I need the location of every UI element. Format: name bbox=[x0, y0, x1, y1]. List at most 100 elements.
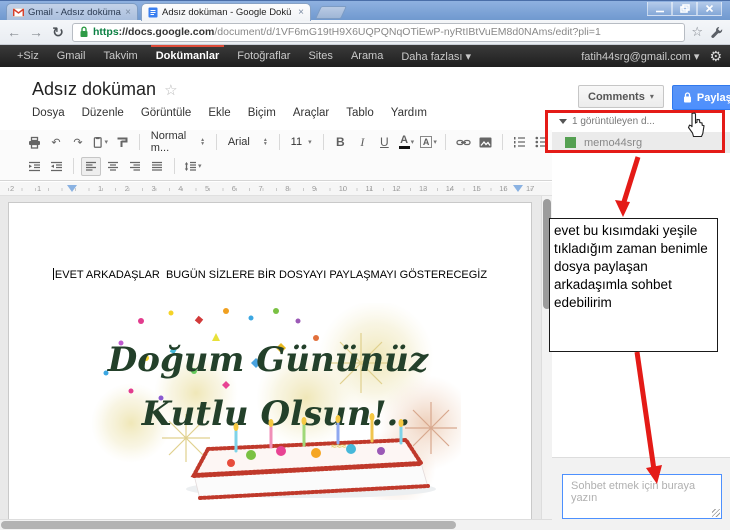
menu-goruntule[interactable]: Görüntüle bbox=[141, 107, 192, 119]
underline-button[interactable]: U bbox=[374, 133, 394, 152]
left-indent-marker[interactable] bbox=[67, 185, 77, 192]
chat-input[interactable] bbox=[562, 474, 722, 519]
font-size-caret: ▾ bbox=[308, 139, 312, 146]
insert-link-button[interactable] bbox=[453, 133, 473, 152]
gbar-item-takvim[interactable]: Takvim bbox=[94, 45, 146, 67]
gbar-item-daha-fazlasi[interactable]: Daha fazlası ▾ bbox=[392, 45, 480, 67]
restore-button[interactable] bbox=[672, 2, 697, 16]
menu-ekle[interactable]: Ekle bbox=[208, 107, 230, 119]
numbered-list-button[interactable] bbox=[510, 133, 530, 152]
new-tab-button[interactable] bbox=[314, 6, 348, 19]
menu-bicim[interactable]: Biçim bbox=[248, 107, 276, 119]
ruler-number: 4 bbox=[178, 184, 183, 193]
highlight-label: A bbox=[419, 136, 433, 148]
greeting-line1: Doğum Gününüz bbox=[107, 340, 429, 380]
padlock-icon bbox=[80, 26, 88, 37]
ruler-number: 12 bbox=[392, 184, 401, 193]
comments-button[interactable]: Comments ▾ bbox=[578, 85, 664, 108]
undo-button[interactable]: ↶ bbox=[46, 133, 66, 152]
ruler-number: 11 bbox=[365, 184, 374, 193]
text-cursor bbox=[52, 268, 54, 280]
document-heading[interactable]: EVET ARKADAŞLAR BUGÜN SİZLERE BİR DOSYAY… bbox=[9, 268, 531, 281]
text-color-label: A bbox=[400, 133, 409, 146]
favorite-star-icon[interactable]: ☆ bbox=[164, 81, 177, 99]
birthday-image[interactable]: Doğum Gününüz Kutlu Olsun!.. ≈≈≈ bbox=[76, 303, 461, 500]
close-window-button[interactable] bbox=[697, 2, 722, 16]
ruler-number: 5 bbox=[205, 184, 210, 193]
increase-indent-button[interactable] bbox=[46, 157, 66, 176]
print-button[interactable] bbox=[24, 133, 44, 152]
horizontal-scrollbar[interactable] bbox=[0, 519, 552, 530]
tab-close-icon[interactable]: × bbox=[125, 7, 131, 18]
document-page[interactable]: EVET ARKADAŞLAR BUGÜN SİZLERE BİR DOSYAY… bbox=[8, 202, 532, 519]
url-path: /document/d/1VF6mG19tH9X6UQPQNqOTiEwP-ny… bbox=[214, 26, 601, 38]
menu-duzenle[interactable]: Düzenle bbox=[82, 107, 124, 119]
bulleted-list-button[interactable] bbox=[532, 133, 552, 152]
url-bar[interactable]: https://docs.google.com/document/d/1VF6m… bbox=[72, 22, 686, 42]
align-center-button[interactable] bbox=[103, 157, 123, 176]
menu-dosya[interactable]: Dosya bbox=[32, 107, 65, 119]
reload-icon[interactable]: ↻ bbox=[50, 24, 66, 41]
window-controls bbox=[647, 2, 722, 16]
share-button[interactable]: Paylaş bbox=[671, 85, 730, 110]
forward-icon[interactable]: → bbox=[28, 24, 44, 40]
highlight-color-button[interactable]: A ▾ bbox=[418, 133, 438, 152]
font-value: Arial bbox=[227, 136, 250, 148]
annotation-note: evet bu kısımdaki yeşile tıkladığım zama… bbox=[549, 218, 718, 352]
tab-docs[interactable]: Adsız doküman - Google Dokü × bbox=[141, 3, 311, 21]
insert-image-button[interactable] bbox=[475, 133, 495, 152]
back-icon[interactable]: ← bbox=[6, 24, 22, 40]
font-select[interactable]: Arial ▲ ▼ bbox=[224, 133, 272, 152]
ruler-number: 16 bbox=[499, 184, 508, 193]
presence-green-icon bbox=[565, 137, 576, 148]
menu-bar: Dosya Düzenle Görüntüle Ekle Biçim Araçl… bbox=[32, 107, 427, 119]
paint-format-button[interactable]: ▾ bbox=[90, 133, 110, 152]
viewers-label: 1 görüntüleyen d... bbox=[572, 116, 655, 127]
right-indent-marker[interactable] bbox=[513, 185, 523, 192]
styles-select[interactable]: Normal m... ▲ ▼ bbox=[147, 130, 209, 154]
line-spacing-button[interactable]: ▾ bbox=[182, 157, 204, 176]
gbar-item-sites[interactable]: Sites bbox=[299, 45, 341, 67]
text-color-button[interactable]: A ▾ bbox=[396, 133, 416, 152]
menu-araclar[interactable]: Araçlar bbox=[293, 107, 329, 119]
url-scheme: https bbox=[93, 26, 119, 38]
font-size-select[interactable]: 11 ▾ bbox=[287, 133, 316, 152]
comments-caret-icon: ▾ bbox=[649, 92, 654, 101]
account-email[interactable]: fatih44srg@gmail.com ▾ bbox=[581, 50, 699, 63]
gbar-item-arama[interactable]: Arama bbox=[342, 45, 392, 67]
italic-button[interactable]: I bbox=[352, 133, 372, 152]
wrench-menu-icon[interactable] bbox=[709, 25, 724, 40]
ruler[interactable]: 2 1 1 2 3 4 5 6 7 8 9 10 11 12 13 14 15 16 17 bbox=[0, 182, 552, 196]
comments-label: Comments bbox=[588, 90, 645, 103]
justify-button[interactable] bbox=[147, 157, 167, 176]
gbar-item-dokumanlar[interactable]: Dokümanlar bbox=[147, 45, 229, 67]
decrease-indent-button[interactable] bbox=[24, 157, 44, 176]
paint-format-caret[interactable]: ▾ bbox=[104, 138, 108, 146]
redo-button[interactable]: ↷ bbox=[68, 133, 88, 152]
menu-yardim[interactable]: Yardım bbox=[391, 107, 427, 119]
minimize-button[interactable] bbox=[647, 2, 672, 16]
gbar-item-fotograflar[interactable]: Fotoğraflar bbox=[228, 45, 299, 67]
align-right-button[interactable] bbox=[125, 157, 145, 176]
bold-button[interactable]: B bbox=[330, 133, 350, 152]
ruler-number: 1 bbox=[37, 184, 42, 193]
menu-tablo[interactable]: Tablo bbox=[346, 107, 374, 119]
align-left-button[interactable] bbox=[81, 156, 101, 176]
gbar-item-gmail[interactable]: Gmail bbox=[48, 45, 95, 67]
ruler-number: 14 bbox=[445, 184, 455, 193]
tab-gmail[interactable]: Gmail - Adsız doküman (fatih4 × bbox=[6, 3, 138, 21]
docs-icon bbox=[148, 7, 158, 18]
horizontal-scrollbar-thumb[interactable] bbox=[1, 521, 456, 529]
doc-title[interactable]: Adsız doküman bbox=[32, 79, 156, 100]
document-canvas[interactable]: EVET ARKADAŞLAR BUGÜN SİZLERE BİR DOSYAY… bbox=[0, 196, 552, 519]
bookmark-star-icon[interactable]: ☆ bbox=[691, 24, 703, 40]
ruler-number: 2 bbox=[10, 184, 15, 193]
gmail-icon bbox=[13, 8, 24, 17]
lock-icon bbox=[683, 92, 691, 103]
styles-paint-button[interactable] bbox=[112, 133, 132, 152]
gbar-item-siz[interactable]: +Siz bbox=[8, 45, 48, 67]
ruler-number: 13 bbox=[419, 184, 428, 193]
tab-close-icon[interactable]: × bbox=[298, 7, 304, 18]
google-bar: +Siz Gmail Takvim Dokümanlar Fotoğraflar… bbox=[0, 45, 730, 67]
gear-icon[interactable]: ⚙ bbox=[709, 48, 722, 65]
